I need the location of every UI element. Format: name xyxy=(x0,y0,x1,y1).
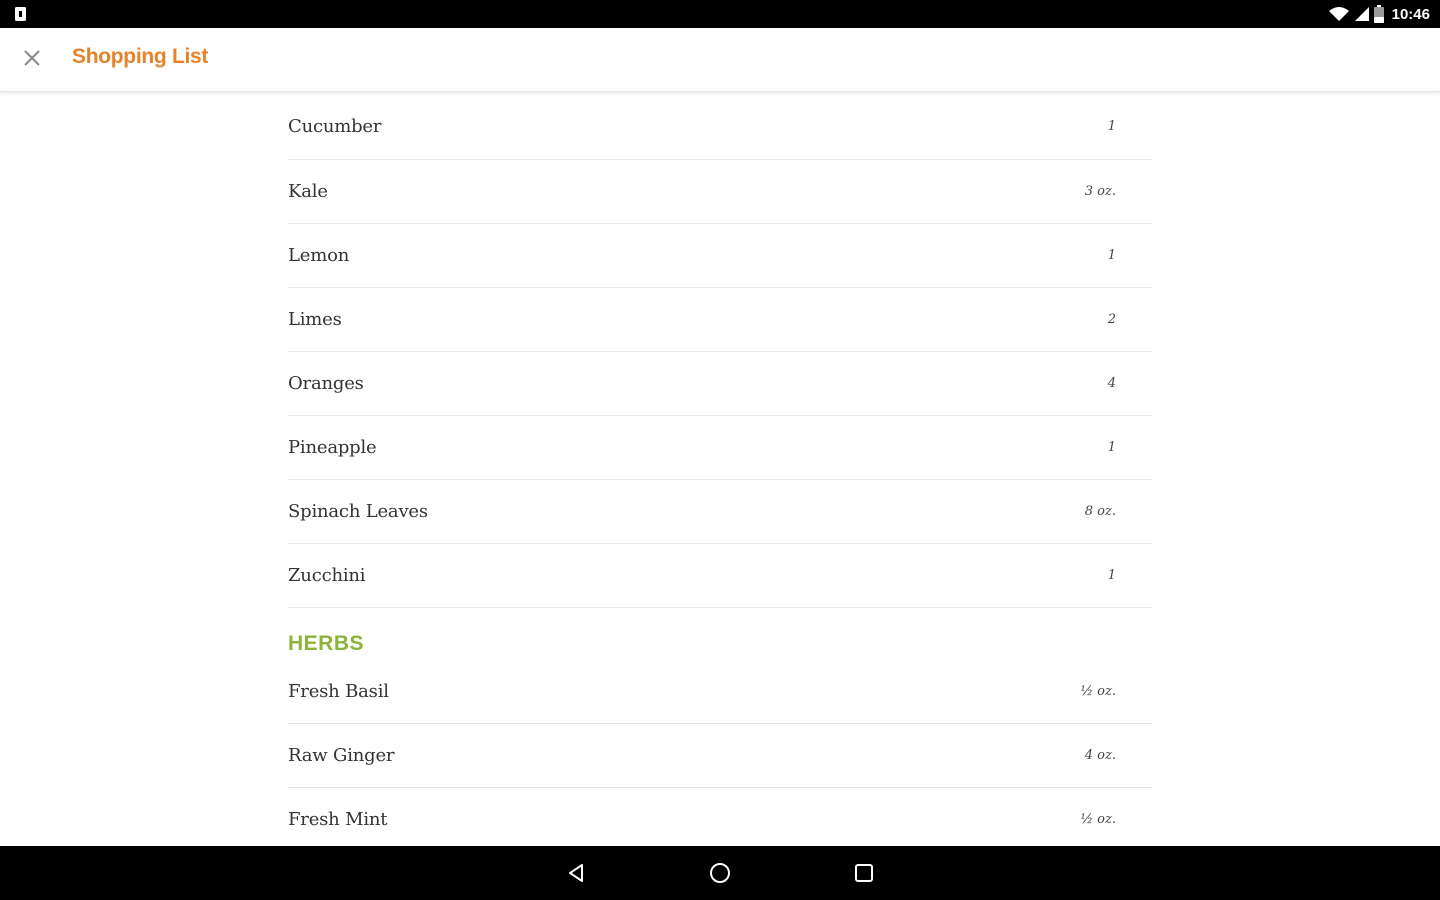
list-item[interactable]: Pineapple 1 xyxy=(288,416,1152,480)
notification-icon xyxy=(15,7,26,21)
item-quantity: 3 oz. xyxy=(1084,184,1116,199)
list-item[interactable]: Raw Ginger 4 oz. xyxy=(288,724,1152,788)
page-title: Shopping List xyxy=(72,45,209,68)
close-button[interactable] xyxy=(14,40,50,76)
item-name: Oranges xyxy=(288,373,364,394)
item-name: Zucchini xyxy=(288,565,366,586)
back-icon xyxy=(569,864,583,882)
battery-icon xyxy=(1373,5,1384,23)
status-icons: 10:46 xyxy=(1328,0,1430,28)
item-quantity: ½ oz. xyxy=(1080,684,1116,699)
item-quantity: 1 xyxy=(1107,119,1116,134)
item-name: Fresh Mint xyxy=(288,809,388,830)
item-name: Fresh Basil xyxy=(288,681,389,702)
item-quantity: 8 oz. xyxy=(1084,504,1116,519)
list-item[interactable]: Limes 2 xyxy=(288,288,1152,352)
item-name: Limes xyxy=(288,309,342,330)
item-quantity: 1 xyxy=(1107,440,1116,455)
item-quantity: 2 xyxy=(1107,312,1116,327)
status-bar: 10:46 xyxy=(0,0,1440,28)
list-item[interactable]: Cucumber 1 xyxy=(288,94,1152,160)
item-quantity: 1 xyxy=(1107,248,1116,263)
signal-icon xyxy=(1354,7,1369,21)
close-icon xyxy=(24,50,40,66)
list-item[interactable]: Lemon 1 xyxy=(288,224,1152,288)
item-name: Lemon xyxy=(288,245,350,266)
list-item[interactable]: Kale 3 oz. xyxy=(288,160,1152,224)
list-item[interactable]: Fresh Mint ½ oz. xyxy=(288,788,1152,846)
navigation-bar xyxy=(0,846,1440,900)
wifi-icon xyxy=(1328,7,1349,21)
back-button[interactable] xyxy=(558,855,594,891)
list-item[interactable]: Oranges 4 xyxy=(288,352,1152,416)
item-name: Raw Ginger xyxy=(288,745,395,766)
recents-icon xyxy=(855,864,873,882)
item-name: Kale xyxy=(288,181,328,202)
shopping-list-content[interactable]: Cucumber 1 Kale 3 oz. Lemon 1 Limes 2 Or… xyxy=(0,94,1440,846)
item-quantity: 4 oz. xyxy=(1084,748,1116,763)
app-bar: Shopping List xyxy=(0,28,1440,92)
item-quantity: ½ oz. xyxy=(1080,812,1116,827)
list-item[interactable]: Spinach Leaves 8 oz. xyxy=(288,480,1152,544)
item-name: Spinach Leaves xyxy=(288,501,428,522)
list-item[interactable]: Fresh Basil ½ oz. xyxy=(288,660,1152,724)
item-quantity: 4 xyxy=(1107,376,1116,391)
item-name: Pineapple xyxy=(288,437,377,458)
list-item[interactable]: Zucchini 1 xyxy=(288,544,1152,608)
home-button[interactable] xyxy=(702,855,738,891)
shopping-list: Cucumber 1 Kale 3 oz. Lemon 1 Limes 2 Or… xyxy=(288,94,1152,846)
item-quantity: 1 xyxy=(1107,568,1116,583)
section-header-herbs: HERBS xyxy=(288,632,365,655)
item-name: Cucumber xyxy=(288,116,382,137)
home-icon xyxy=(710,863,730,883)
recents-button[interactable] xyxy=(846,855,882,891)
status-time: 10:46 xyxy=(1391,5,1430,23)
